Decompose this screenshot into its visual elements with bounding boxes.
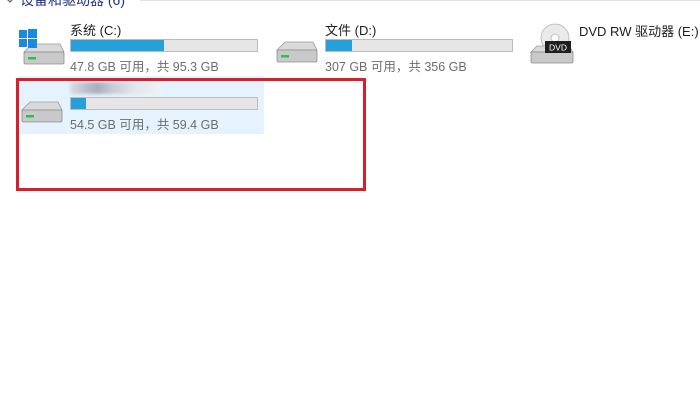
windows-drive-icon xyxy=(19,29,65,65)
drive-c-size-text: 47.8 GB 可用，共 95.3 GB xyxy=(70,60,219,74)
highlight-annotation-box xyxy=(16,78,366,191)
drive-c-label: 系统 (C:) xyxy=(70,23,122,38)
group-title: 设备和驱动器 (6) xyxy=(20,0,125,8)
drive-c-usage-fill xyxy=(71,40,164,51)
dvd-drive-icon: DVD xyxy=(530,23,574,64)
drive-d-label: 文件 (D:) xyxy=(325,23,377,38)
group-divider xyxy=(140,0,700,1)
file-explorer-drives-view: 设备和驱动器 (6) 系统 (C:) 47.8 GB 可用，共 95.3 GB … xyxy=(0,0,700,402)
drive-d-tile[interactable]: 文件 (D:) 307 GB 可用，共 356 GB xyxy=(273,18,523,76)
drive-e-label: DVD RW 驱动器 (E:) xyxy=(579,24,699,39)
drive-d-usage-bar xyxy=(325,39,513,52)
drive-e-dvd-tile[interactable]: DVD DVD RW 驱动器 (E:) xyxy=(527,18,699,76)
drive-c-tile[interactable]: 系统 (C:) 47.8 GB 可用，共 95.3 GB xyxy=(18,18,268,76)
drive-d-size-text: 307 GB 可用，共 356 GB xyxy=(325,60,467,74)
drive-d-usage-fill xyxy=(326,40,352,51)
chevron-down-icon[interactable] xyxy=(4,0,16,6)
devices-and-drives-group-header[interactable]: 设备和驱动器 (6) xyxy=(4,0,125,9)
hard-drive-icon xyxy=(276,41,318,63)
drive-c-usage-bar xyxy=(70,39,258,52)
dvd-badge-text: DVD xyxy=(549,43,567,53)
